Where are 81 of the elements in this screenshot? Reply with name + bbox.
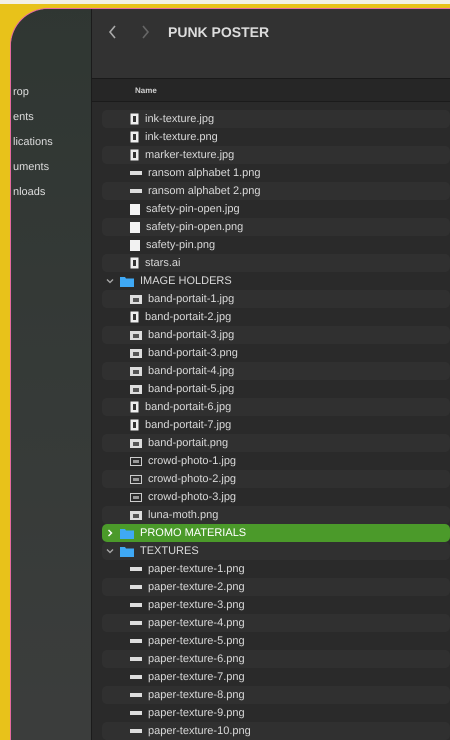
file-row[interactable]: ink-texture.jpg [102, 110, 450, 128]
folder-row[interactable]: TEXTURES [102, 542, 450, 560]
file-row[interactable]: band-portait-3.jpg [102, 326, 450, 344]
folder-icon [120, 528, 134, 538]
disclosure-icon[interactable] [106, 277, 114, 285]
document-icon [130, 113, 139, 125]
file-row[interactable]: band-portait-2.jpg [102, 308, 450, 326]
image-icon [130, 438, 142, 448]
file-row[interactable]: paper-texture-10.png [102, 722, 450, 740]
file-row[interactable]: safety-pin-open.jpg [102, 200, 450, 218]
file-row[interactable]: band-portait-5.jpg [102, 380, 450, 398]
file-row[interactable]: paper-texture-3.png [102, 596, 450, 614]
folder-row[interactable]: PROMO MATERIALS [102, 524, 450, 542]
image-icon [130, 492, 142, 502]
sidebar-item[interactable]: uments [11, 159, 91, 176]
file-row[interactable]: paper-texture-2.png [102, 578, 450, 596]
file-row[interactable]: paper-texture-9.png [102, 704, 450, 722]
file-row[interactable]: luna-moth.png [102, 506, 450, 524]
file-row[interactable]: ransom alphabet 1.png [102, 164, 450, 182]
file-row[interactable]: paper-texture-8.png [102, 686, 450, 704]
image-icon [130, 330, 142, 340]
file-row[interactable]: paper-texture-5.png [102, 632, 450, 650]
file-row[interactable]: safety-pin.png [102, 236, 450, 254]
file-row[interactable]: paper-texture-7.png [102, 668, 450, 686]
folder-row[interactable]: IMAGE HOLDERS [102, 272, 450, 290]
image-icon [130, 693, 142, 697]
image-icon [130, 171, 142, 175]
file-row[interactable]: band-portait-1.jpg [102, 290, 450, 308]
folder-icon [120, 276, 134, 286]
image-icon [130, 729, 142, 733]
document-icon [130, 401, 139, 413]
file-row[interactable]: crowd-photo-1.jpg [102, 452, 450, 470]
sidebar-item[interactable]: nloads [11, 184, 91, 201]
file-row[interactable]: band-portait-6.jpg [102, 398, 450, 416]
sidebar-item[interactable]: lications [11, 134, 91, 151]
image-icon [130, 675, 142, 679]
file-row[interactable]: crowd-photo-3.jpg [102, 488, 450, 506]
document-icon [130, 149, 139, 161]
file-row[interactable]: band-portait-4.jpg [102, 362, 450, 380]
image-icon [130, 384, 142, 394]
column-header[interactable]: Name [92, 79, 450, 102]
image-icon [130, 366, 142, 376]
document-icon [130, 240, 140, 250]
image-icon [130, 711, 142, 715]
image-icon [130, 456, 142, 466]
file-row[interactable]: stars.ai [102, 254, 450, 272]
image-icon [130, 189, 142, 193]
window-title: PUNK POSTER [168, 24, 270, 40]
file-row[interactable]: paper-texture-4.png [102, 614, 450, 632]
document-icon [130, 204, 140, 214]
image-icon [130, 567, 142, 571]
document-icon [130, 222, 140, 232]
image-icon [130, 294, 142, 304]
image-icon [130, 603, 142, 607]
file-row[interactable]: band-portait.png [102, 434, 450, 452]
file-row[interactable]: band-portait-7.jpg [102, 416, 450, 434]
file-row[interactable]: paper-texture-6.png [102, 650, 450, 668]
image-icon [130, 657, 142, 661]
file-row[interactable]: paper-texture-1.png [102, 560, 450, 578]
disclosure-icon[interactable] [106, 529, 114, 537]
file-row[interactable]: marker-texture.jpg [102, 146, 450, 164]
file-row[interactable]: band-portait-3.png [102, 344, 450, 362]
document-icon [130, 257, 139, 269]
sidebar-item[interactable]: rop [11, 84, 91, 101]
document-icon [130, 131, 139, 143]
image-icon [130, 510, 142, 520]
document-icon [130, 311, 139, 323]
document-icon [130, 419, 139, 431]
back-icon[interactable] [108, 25, 117, 39]
sidebar-item[interactable]: ents [11, 109, 91, 126]
image-icon [130, 621, 142, 625]
file-row[interactable]: safety-pin-open.png [102, 218, 450, 236]
disclosure-icon[interactable] [106, 547, 114, 555]
image-icon [130, 474, 142, 484]
image-icon [130, 639, 142, 643]
file-row[interactable]: ink-texture.png [102, 128, 450, 146]
folder-icon [120, 546, 134, 556]
image-icon [130, 585, 142, 589]
file-row[interactable]: ransom alphabet 2.png [102, 182, 450, 200]
file-row[interactable]: crowd-photo-2.jpg [102, 470, 450, 488]
image-icon [130, 348, 142, 358]
